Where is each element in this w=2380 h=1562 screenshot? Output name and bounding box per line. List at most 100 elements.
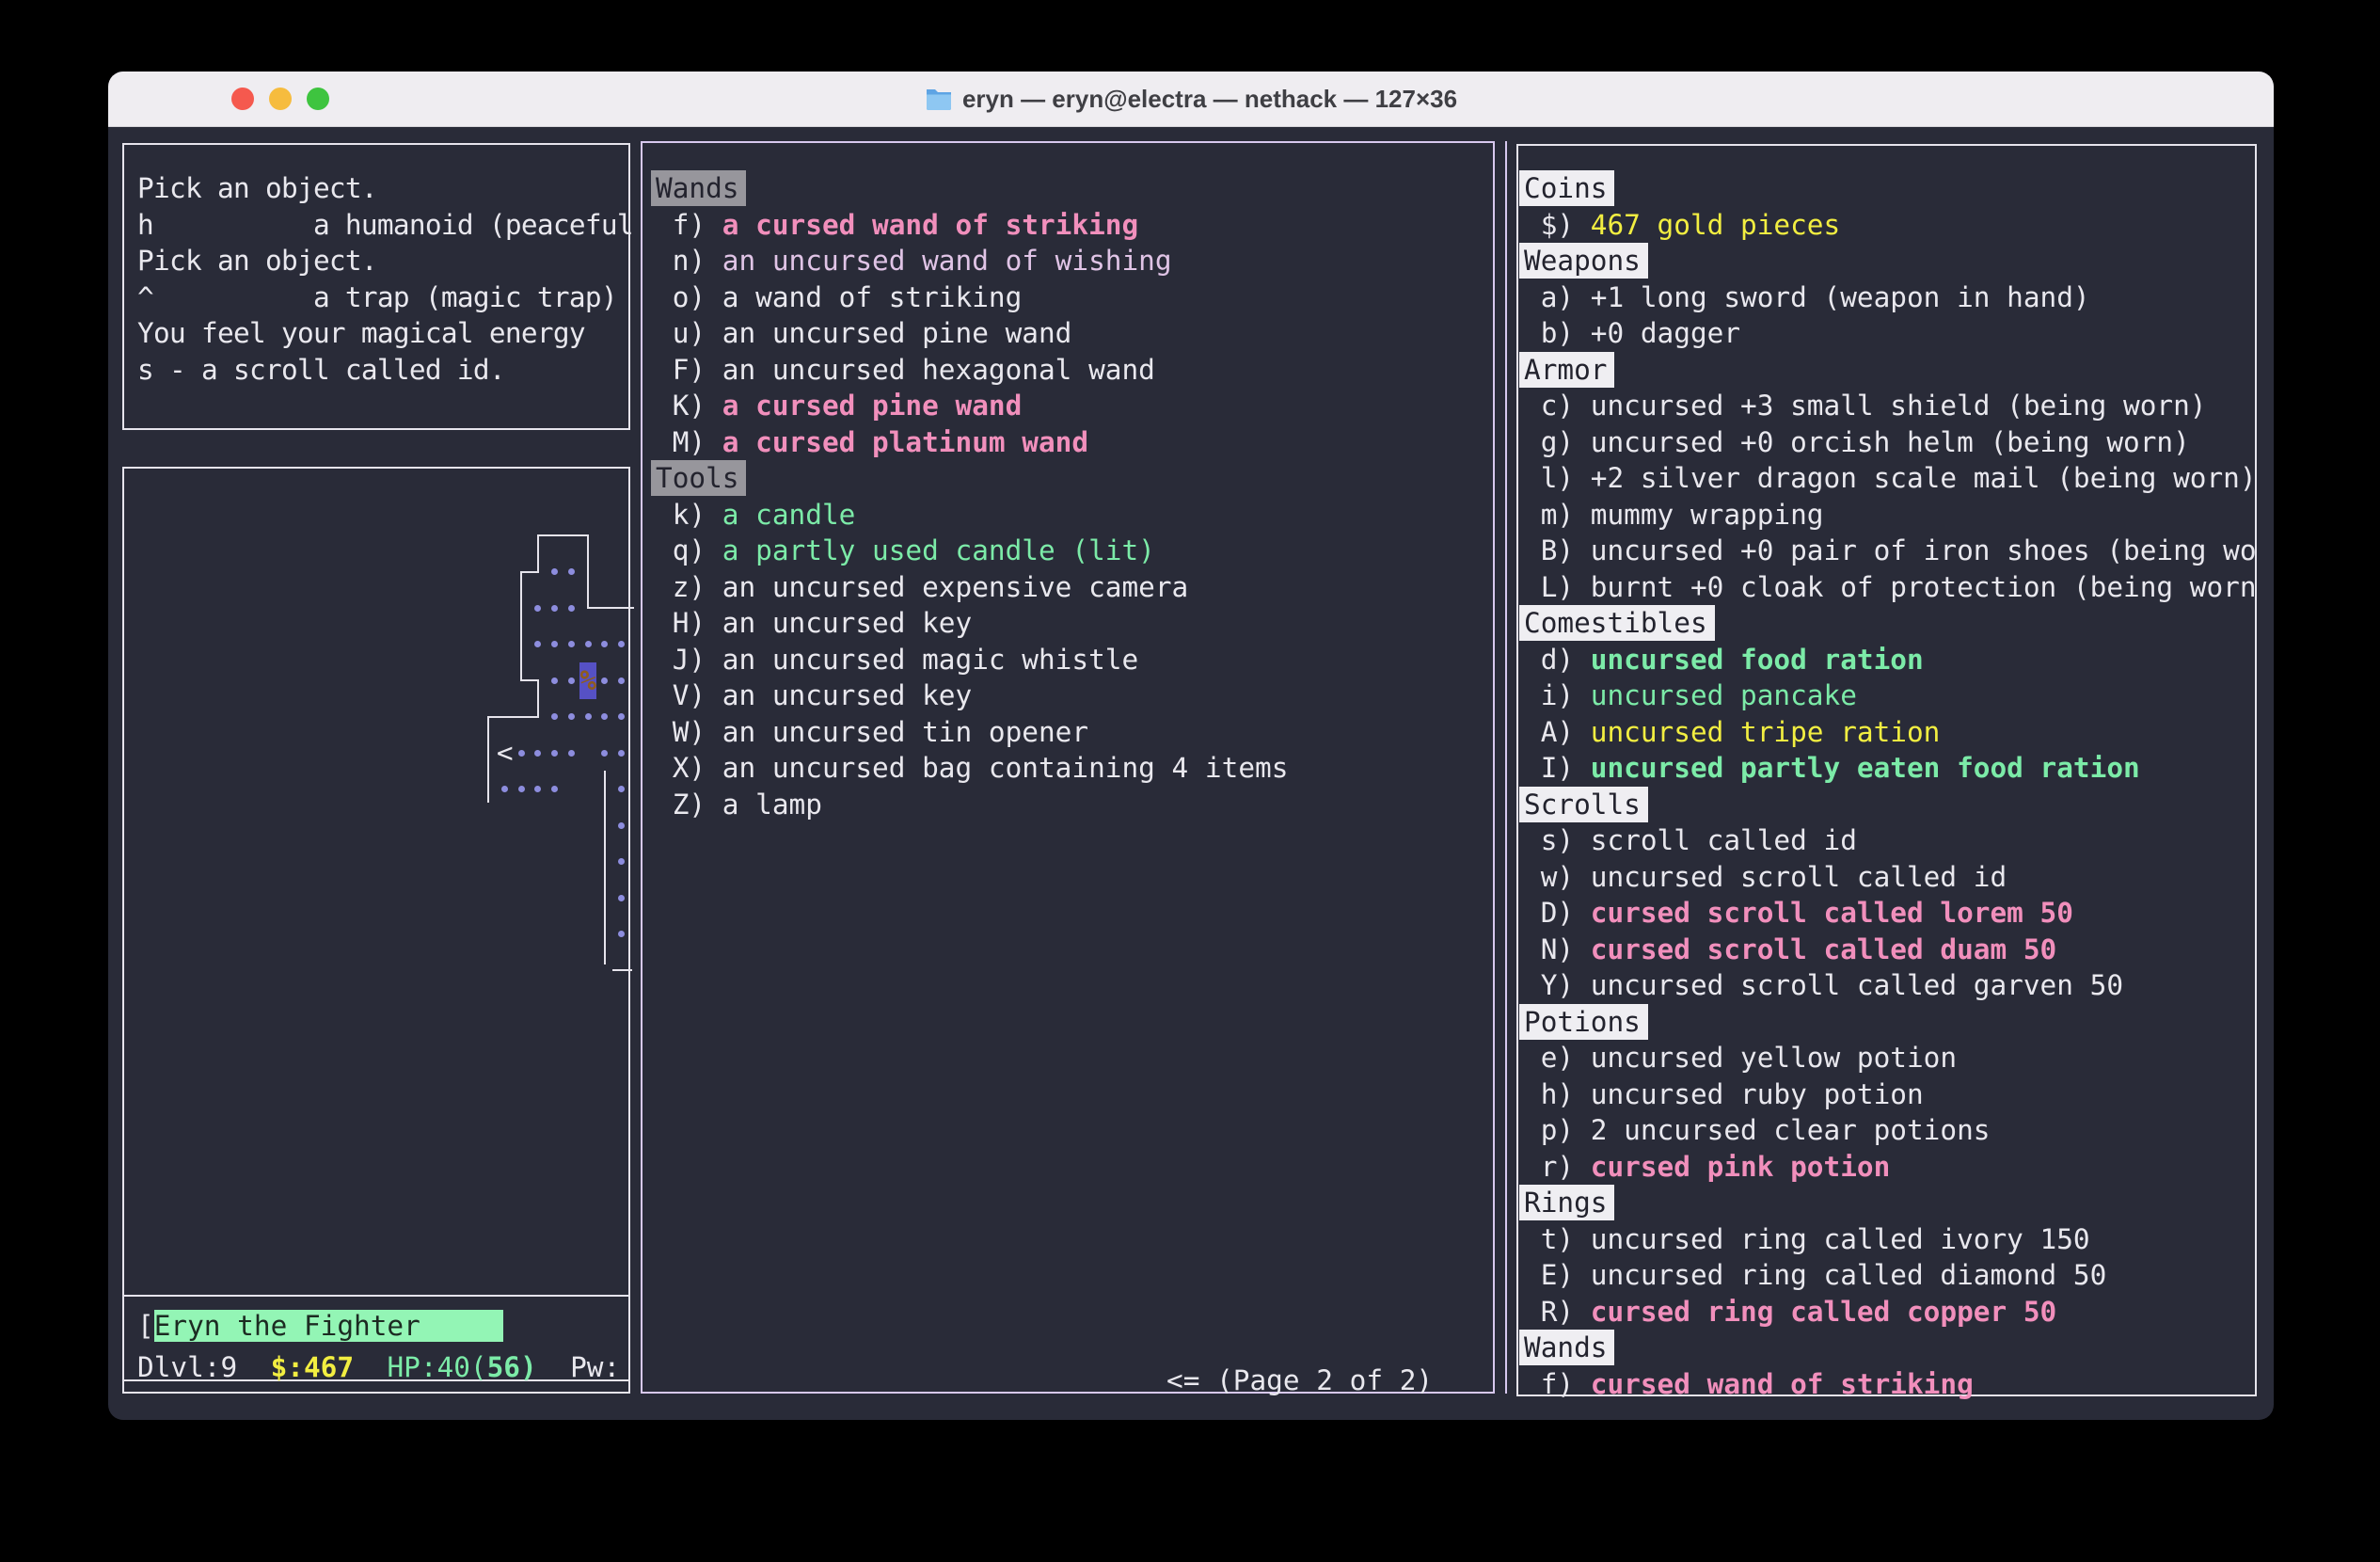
floor-dot — [618, 750, 625, 757]
map-wall — [587, 607, 634, 609]
message-line: You feel your magical energy — [137, 317, 585, 349]
status-field — [237, 1351, 270, 1383]
floor-dot — [568, 750, 575, 757]
floor-dot — [551, 677, 558, 684]
inventory-item: E) uncursed ring called diamond 50 — [1524, 1259, 2106, 1291]
floor-dot — [568, 677, 575, 684]
menu-item[interactable]: J) an uncursed magic whistle — [656, 644, 1138, 676]
menu-window-inner-border — [1505, 141, 1507, 1394]
inventory-item: h) uncursed ruby potion — [1524, 1078, 1924, 1110]
inventory-item: Y) uncursed scroll called garven 50 — [1524, 969, 2123, 1001]
inventory-menu-list: Wands f) a cursed wand of striking n) an… — [656, 170, 1288, 822]
titlebar[interactable]: eryn — eryn@electra — nethack — 127×36 — [108, 72, 2274, 127]
map-wall — [537, 534, 589, 536]
inventory-item: B) uncursed +0 pair of iron shoes (being… — [1524, 534, 2257, 566]
status-field: HP:40( — [387, 1351, 486, 1383]
message-line: Pick an object. — [137, 245, 377, 277]
section-header: Wands — [1524, 1331, 1614, 1363]
section-header: Weapons — [1524, 245, 1648, 277]
menu-item[interactable]: M) a cursed platinum wand — [656, 426, 1088, 458]
menu-page-indicator: <= (Page 2 of 2) — [1166, 1363, 1433, 1399]
inventory-item: $) 467 gold pieces — [1524, 209, 1840, 241]
inventory-item: p) 2 uncursed clear potions — [1524, 1114, 1990, 1146]
inventory-item: e) uncursed yellow potion — [1524, 1042, 1957, 1074]
map-cursor-food-item: % — [579, 662, 596, 699]
floor-dot — [551, 750, 558, 757]
terminal-window[interactable]: eryn — eryn@electra — nethack — 127×36 P… — [108, 72, 2274, 1420]
map-wall — [587, 534, 589, 609]
floor-dot — [585, 641, 592, 647]
map-wall — [520, 571, 539, 573]
zoom-button[interactable] — [307, 88, 329, 110]
status-field: 56) — [487, 1351, 537, 1383]
inventory-item: d) uncursed food ration — [1524, 644, 1924, 676]
inventory-item: g) uncursed +0 orcish helm (being worn) — [1524, 426, 2190, 458]
floor-dot — [618, 822, 625, 829]
minimize-button[interactable] — [269, 88, 292, 110]
inventory-item: i) uncursed pancake — [1524, 679, 1857, 711]
inventory-item: c) uncursed +3 small shield (being worn) — [1524, 390, 2206, 422]
perm-inventory-list: Coins $) 467 gold pieces Weapons a) +1 l… — [1524, 170, 2257, 1402]
map-window — [122, 467, 630, 1381]
menu-item[interactable]: z) an uncursed expensive camera — [656, 571, 1188, 603]
menu-item[interactable]: k) a candle — [656, 499, 855, 531]
status-field: Pw: — [570, 1351, 620, 1383]
window-title: eryn — eryn@electra — nethack — 127×36 — [962, 85, 1457, 114]
map-wall — [612, 969, 632, 971]
map-wall — [520, 571, 522, 682]
inventory-item: f) cursed wand of striking — [1524, 1368, 1974, 1400]
menu-item[interactable]: V) an uncursed key — [656, 679, 972, 711]
section-header: Comestibles — [1524, 607, 1715, 639]
window-title-group: eryn — eryn@electra — nethack — 127×36 — [925, 85, 1457, 114]
inventory-item: r) cursed pink potion — [1524, 1151, 1890, 1183]
section-header: Wands — [656, 172, 746, 204]
inventory-item: A) uncursed tripe ration — [1524, 716, 1940, 748]
section-header: Rings — [1524, 1187, 1614, 1219]
message-line: s - a scroll called id. — [137, 354, 505, 386]
floor-dot — [601, 677, 608, 684]
floor-dot — [601, 750, 608, 757]
floor-dot — [618, 677, 625, 684]
menu-item[interactable]: q) a partly used candle (lit) — [656, 534, 1155, 566]
inventory-item: l) +2 silver dragon scale mail (being wo… — [1524, 462, 2257, 494]
menu-item[interactable]: H) an uncursed key — [656, 607, 972, 639]
character-name-highlight: Eryn the Fighter — [154, 1310, 504, 1342]
menu-item[interactable]: n) an uncursed wand of wishing — [656, 245, 1172, 277]
folder-icon — [925, 87, 953, 111]
inventory-item: R) cursed ring called copper 50 — [1524, 1296, 2056, 1328]
menu-item[interactable]: X) an uncursed bag containing 4 items — [656, 752, 1288, 784]
menu-item[interactable]: u) an uncursed pine wand — [656, 317, 1071, 349]
status-line-name: [Eryn the Fighter — [137, 1308, 503, 1345]
floor-dot — [618, 895, 625, 901]
status-line-stats: Dlvl:9 $:467 HP:40(56) Pw: — [137, 1349, 620, 1386]
status-field — [537, 1351, 570, 1383]
inventory-item: t) uncursed ring called ivory 150 — [1524, 1223, 2090, 1255]
stairs-up-symbol: < — [497, 735, 514, 772]
map-wall — [604, 771, 606, 964]
floor-dot — [518, 750, 525, 757]
menu-item[interactable]: K) a cursed pine wand — [656, 390, 1022, 422]
message-line: Pick an object. — [137, 172, 377, 204]
status-field — [354, 1351, 387, 1383]
floor-dot — [585, 713, 592, 720]
menu-item[interactable]: f) a cursed wand of striking — [656, 209, 1138, 241]
section-header: Tools — [656, 462, 746, 494]
inventory-item: b) +0 dagger — [1524, 317, 1740, 349]
inventory-item: a) +1 long sword (weapon in hand) — [1524, 281, 2090, 313]
map-wall — [487, 716, 489, 803]
status-bracket: [ — [137, 1310, 154, 1342]
floor-dot — [518, 786, 525, 792]
menu-item[interactable]: Z) a lamp — [656, 789, 822, 821]
section-header: Potions — [1524, 1006, 1648, 1038]
menu-item[interactable]: o) a wand of striking — [656, 281, 1022, 313]
menu-item[interactable]: F) an uncursed hexagonal wand — [656, 354, 1155, 386]
map-wall — [537, 679, 539, 718]
status-field: $:467 — [271, 1351, 354, 1383]
inventory-item: m) mummy wrapping — [1524, 499, 1824, 531]
inventory-item: N) cursed scroll called duam 50 — [1524, 933, 2056, 965]
inventory-item: I) uncursed partly eaten food ration — [1524, 752, 2140, 784]
close-button[interactable] — [231, 88, 254, 110]
inventory-item: w) uncursed scroll called id — [1524, 861, 2007, 893]
menu-item[interactable]: W) an uncursed tin opener — [656, 716, 1088, 748]
terminal-screen[interactable]: Pick an object. h a humanoid (peaceful P… — [108, 126, 2274, 1420]
